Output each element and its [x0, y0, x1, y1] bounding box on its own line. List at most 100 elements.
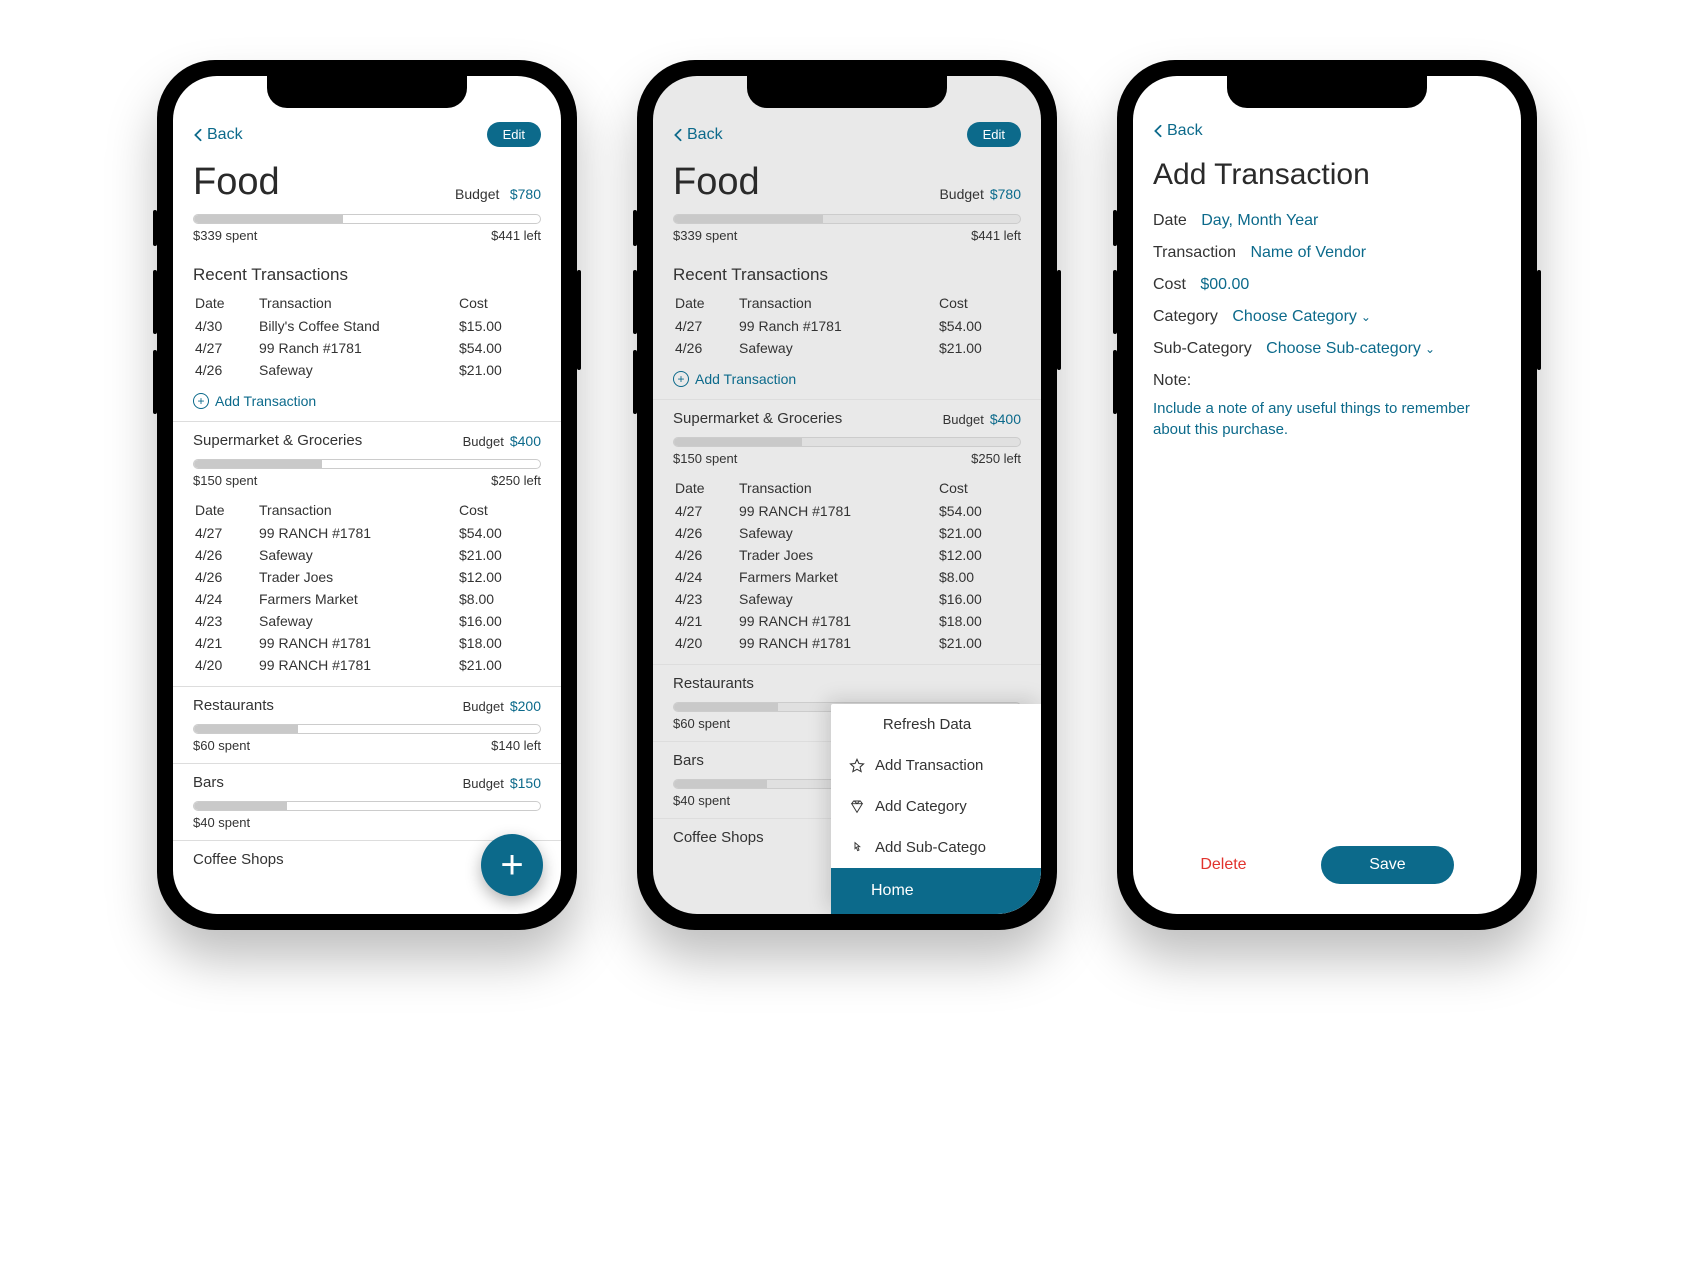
table-row[interactable]: 4/2799 Ranch #1781$54.00 — [673, 315, 1021, 337]
add-transaction-label: Add Transaction — [215, 393, 316, 409]
transaction-label: Transaction — [1153, 244, 1236, 261]
recent-table: Date Transaction Cost 4/30Billy's Coffee… — [193, 295, 541, 381]
subcat-title: Bars — [673, 752, 704, 769]
back-button[interactable]: Back — [1153, 122, 1203, 140]
phone-frame-b: Back Edit Food Budget$780 $339 spent $44… — [637, 60, 1057, 930]
col-cost: Cost — [459, 295, 539, 311]
transaction-input[interactable]: Name of Vendor — [1250, 244, 1366, 261]
table-row[interactable]: 4/23Safeway$16.00 — [193, 610, 541, 632]
plus-icon: + — [500, 845, 523, 885]
phone-frame-a: Back Edit Food Budget $780 $339 spent $4… — [157, 60, 577, 930]
date-label: Date — [1153, 212, 1187, 229]
subcat-title: Coffee Shops — [193, 851, 284, 868]
menu-add-transaction[interactable]: Add Transaction — [831, 745, 1041, 786]
table-row[interactable]: 4/26Safeway$21.00 — [673, 522, 1021, 544]
subcategory-select[interactable]: Choose Sub-category⌄ — [1266, 340, 1435, 357]
left-text: $441 left — [491, 228, 541, 243]
page-title: Food — [673, 161, 760, 204]
chevron-left-icon — [673, 128, 683, 142]
plus-circle-icon: + — [193, 393, 209, 409]
recent-heading: Recent Transactions — [673, 265, 1021, 285]
chevron-down-icon: ⌄ — [1361, 310, 1371, 324]
cost-input[interactable]: $00.00 — [1200, 276, 1249, 293]
cost-label: Cost — [1153, 276, 1186, 293]
table-row[interactable]: 4/26Trader Joes$12.00 — [193, 566, 541, 588]
field-subcategory: Sub-Category Choose Sub-category⌄ — [1153, 340, 1501, 358]
table-row[interactable]: 4/2199 RANCH #1781$18.00 — [673, 610, 1021, 632]
category-label: Category — [1153, 308, 1218, 325]
star-icon — [849, 758, 865, 774]
page-title: Add Transaction — [1153, 158, 1501, 192]
col-date: Date — [195, 295, 259, 311]
subcat-title: Coffee Shops — [673, 829, 764, 846]
progress-bar — [193, 724, 541, 734]
edit-button[interactable]: Edit — [487, 122, 541, 147]
budget-value: $780 — [510, 186, 541, 202]
progress-bar — [193, 801, 541, 811]
progress-bar — [673, 437, 1021, 447]
table-row[interactable]: 4/24Farmers Market$8.00 — [673, 566, 1021, 588]
category-select[interactable]: Choose Category⌄ — [1232, 308, 1371, 325]
field-cost: Cost $00.00 — [1153, 276, 1501, 294]
delete-button[interactable]: Delete — [1200, 856, 1246, 874]
fab-menu: Refresh Data Add Transaction Add Categor… — [831, 704, 1041, 914]
chevron-left-icon — [193, 128, 203, 142]
plus-circle-icon: + — [673, 371, 689, 387]
menu-refresh-data[interactable]: Refresh Data — [831, 704, 1041, 745]
table-row[interactable]: 4/30Billy's Coffee Stand$15.00 — [193, 315, 541, 337]
subcat-title: Supermarket & Groceries — [673, 410, 842, 427]
diamond-icon — [849, 799, 865, 815]
subcat-title: Bars — [193, 774, 224, 791]
subcat-title: Restaurants — [673, 675, 754, 692]
progress-bar — [673, 214, 1021, 224]
date-input[interactable]: Day, Month Year — [1201, 212, 1318, 229]
table-row[interactable]: 4/26Safeway$21.00 — [673, 337, 1021, 359]
edit-button[interactable]: Edit — [967, 122, 1021, 147]
phone-frame-c: Back Add Transaction Date Day, Month Yea… — [1117, 60, 1537, 930]
subcat-title: Restaurants — [193, 697, 274, 714]
subcat-budget-value: $400 — [510, 433, 541, 449]
table-row[interactable]: 4/2799 Ranch #1781$54.00 — [193, 337, 541, 359]
back-label: Back — [207, 126, 243, 144]
table-row[interactable]: 4/2799 RANCH #1781$54.00 — [673, 500, 1021, 522]
progress-bar — [193, 214, 541, 224]
budget-summary: Budget $780 — [455, 186, 541, 204]
table-row[interactable]: 4/2099 RANCH #1781$21.00 — [193, 654, 541, 676]
progress-fill — [194, 215, 343, 223]
back-label: Back — [1167, 122, 1203, 140]
menu-add-subcategory[interactable]: Add Sub-Catego — [831, 827, 1041, 868]
back-button[interactable]: Back — [193, 126, 243, 144]
spent-text: $150 spent — [193, 473, 257, 488]
save-button[interactable]: Save — [1321, 846, 1453, 884]
left-text: $250 left — [491, 473, 541, 488]
progress-bar — [193, 459, 541, 469]
table-row[interactable]: 4/24Farmers Market$8.00 — [193, 588, 541, 610]
field-date: Date Day, Month Year — [1153, 212, 1501, 230]
pointer-icon — [849, 840, 865, 856]
menu-home[interactable]: Home — [831, 868, 1041, 914]
budget-label: Budget — [455, 186, 499, 202]
subcat-title: Supermarket & Groceries — [193, 432, 362, 449]
back-button[interactable]: Back — [673, 126, 723, 144]
table-row[interactable]: 4/26Safeway$21.00 — [193, 544, 541, 566]
back-label: Back — [687, 126, 723, 144]
col-transaction: Transaction — [259, 295, 459, 311]
note-input[interactable]: Include a note of any useful things to r… — [1153, 398, 1501, 440]
table-row[interactable]: 4/2799 RANCH #1781$54.00 — [193, 522, 541, 544]
chevron-down-icon: ⌄ — [1425, 342, 1435, 356]
add-transaction-button[interactable]: + Add Transaction — [193, 393, 541, 409]
field-category: Category Choose Category⌄ — [1153, 308, 1501, 326]
fab-add-button[interactable]: + — [481, 834, 543, 896]
table-row[interactable]: 4/2199 RANCH #1781$18.00 — [193, 632, 541, 654]
add-transaction-button[interactable]: + Add Transaction — [673, 371, 1021, 387]
menu-add-category[interactable]: Add Category — [831, 786, 1041, 827]
table-row[interactable]: 4/26Safeway$21.00 — [193, 359, 541, 381]
table-row[interactable]: 4/26Trader Joes$12.00 — [673, 544, 1021, 566]
table-row[interactable]: 4/2099 RANCH #1781$21.00 — [673, 632, 1021, 654]
chevron-left-icon — [1153, 124, 1163, 138]
field-note: Note: Include a note of any useful thing… — [1153, 372, 1501, 440]
note-label: Note: — [1153, 372, 1191, 389]
recent-heading: Recent Transactions — [193, 265, 541, 285]
table-row[interactable]: 4/23Safeway$16.00 — [673, 588, 1021, 610]
field-transaction: Transaction Name of Vendor — [1153, 244, 1501, 262]
